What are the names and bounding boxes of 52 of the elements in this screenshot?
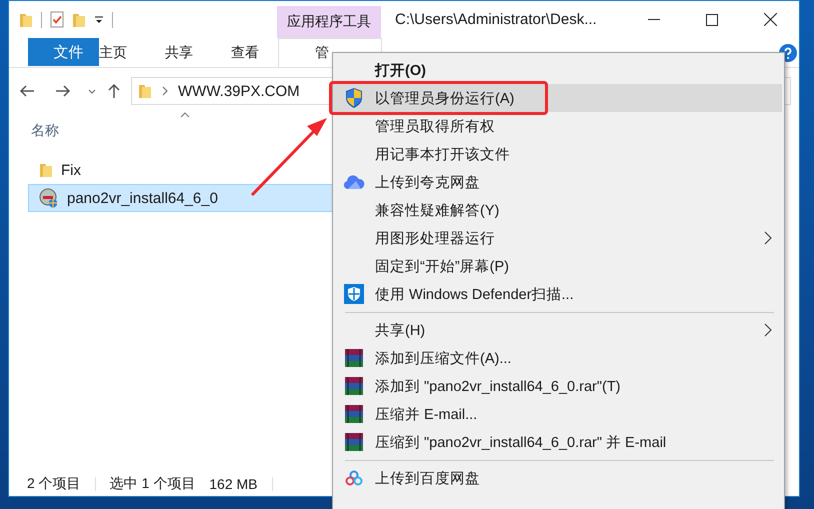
selection-size: 162 MB bbox=[209, 476, 258, 492]
folder-icon bbox=[19, 12, 33, 28]
address-path: WWW.39PX.COM bbox=[178, 82, 300, 100]
ribbon-tab[interactable]: 共享 bbox=[146, 38, 212, 67]
menu-item[interactable]: 上传到夸克网盘 bbox=[333, 168, 782, 196]
column-header[interactable]: 名称 bbox=[31, 122, 59, 140]
chevron-icon bbox=[162, 86, 168, 96]
folder-icon bbox=[39, 162, 53, 178]
installer-icon bbox=[39, 188, 59, 208]
close-icon[interactable] bbox=[764, 13, 776, 26]
menu-item[interactable]: 共享(H) bbox=[333, 316, 782, 344]
rings-icon bbox=[344, 470, 364, 486]
archive-icon bbox=[344, 348, 364, 368]
menu-item[interactable]: 固定到“开始”屏幕(P) bbox=[333, 252, 782, 280]
recent-icon[interactable] bbox=[88, 88, 96, 94]
menu-item[interactable]: 使用 Windows Defender扫描... bbox=[333, 280, 782, 308]
cloud-icon bbox=[343, 174, 365, 190]
shield-icon bbox=[344, 87, 364, 109]
forward-icon[interactable] bbox=[55, 85, 71, 97]
up-icon[interactable] bbox=[108, 83, 120, 99]
archive-icon bbox=[344, 404, 364, 424]
context-tab-header: 应用程序工具 bbox=[277, 6, 381, 38]
archive-icon bbox=[344, 432, 364, 452]
menu-item[interactable]: 用图形处理器运行 bbox=[333, 224, 782, 252]
menu-item[interactable]: 压缩到 "pano2vr_install64_6_0.rar" 并 E-mail bbox=[333, 428, 782, 456]
dropdown-icon[interactable] bbox=[94, 14, 104, 24]
menu-item[interactable]: 添加到压缩文件(A)... bbox=[333, 344, 782, 372]
menu-item[interactable]: 管理员取得所有权 bbox=[333, 112, 782, 140]
ribbon-tab[interactable]: 查看 bbox=[212, 38, 278, 67]
file-name: pano2vr_install64_6_0 bbox=[67, 190, 218, 206]
menu-item[interactable]: 压缩并 E-mail... bbox=[333, 400, 782, 428]
menu-item[interactable]: 添加到 "pano2vr_install64_6_0.rar"(T) bbox=[333, 372, 782, 400]
folder-icon bbox=[72, 12, 86, 28]
menu-item[interactable]: 上传到百度网盘 bbox=[333, 464, 782, 492]
menu-item[interactable]: 以管理员身份运行(A) bbox=[333, 84, 782, 112]
file-row[interactable]: pano2vr_install64_6_0 bbox=[28, 184, 333, 212]
file-row[interactable]: Fix bbox=[28, 156, 333, 184]
maximize-icon[interactable] bbox=[706, 14, 718, 26]
sort-caret-icon bbox=[180, 112, 190, 118]
menu-item[interactable]: 兼容性疑难解答(Y) bbox=[333, 196, 782, 224]
defender-icon bbox=[344, 284, 364, 304]
window-title: C:\Users\Administrator\Desk... bbox=[394, 10, 598, 30]
selection-info: 选中 1 个项目 bbox=[110, 475, 196, 493]
menu-item[interactable]: 用记事本打开该文件 bbox=[333, 140, 782, 168]
file-name: Fix bbox=[61, 162, 81, 178]
item-count: 2 个项目 bbox=[27, 475, 81, 493]
folder-icon bbox=[138, 83, 152, 99]
back-icon[interactable] bbox=[19, 85, 35, 97]
ribbon-tab[interactable]: 文件 bbox=[28, 38, 99, 66]
minimize-icon[interactable] bbox=[648, 18, 660, 20]
properties-icon bbox=[50, 11, 64, 28]
archive-icon bbox=[344, 376, 364, 396]
